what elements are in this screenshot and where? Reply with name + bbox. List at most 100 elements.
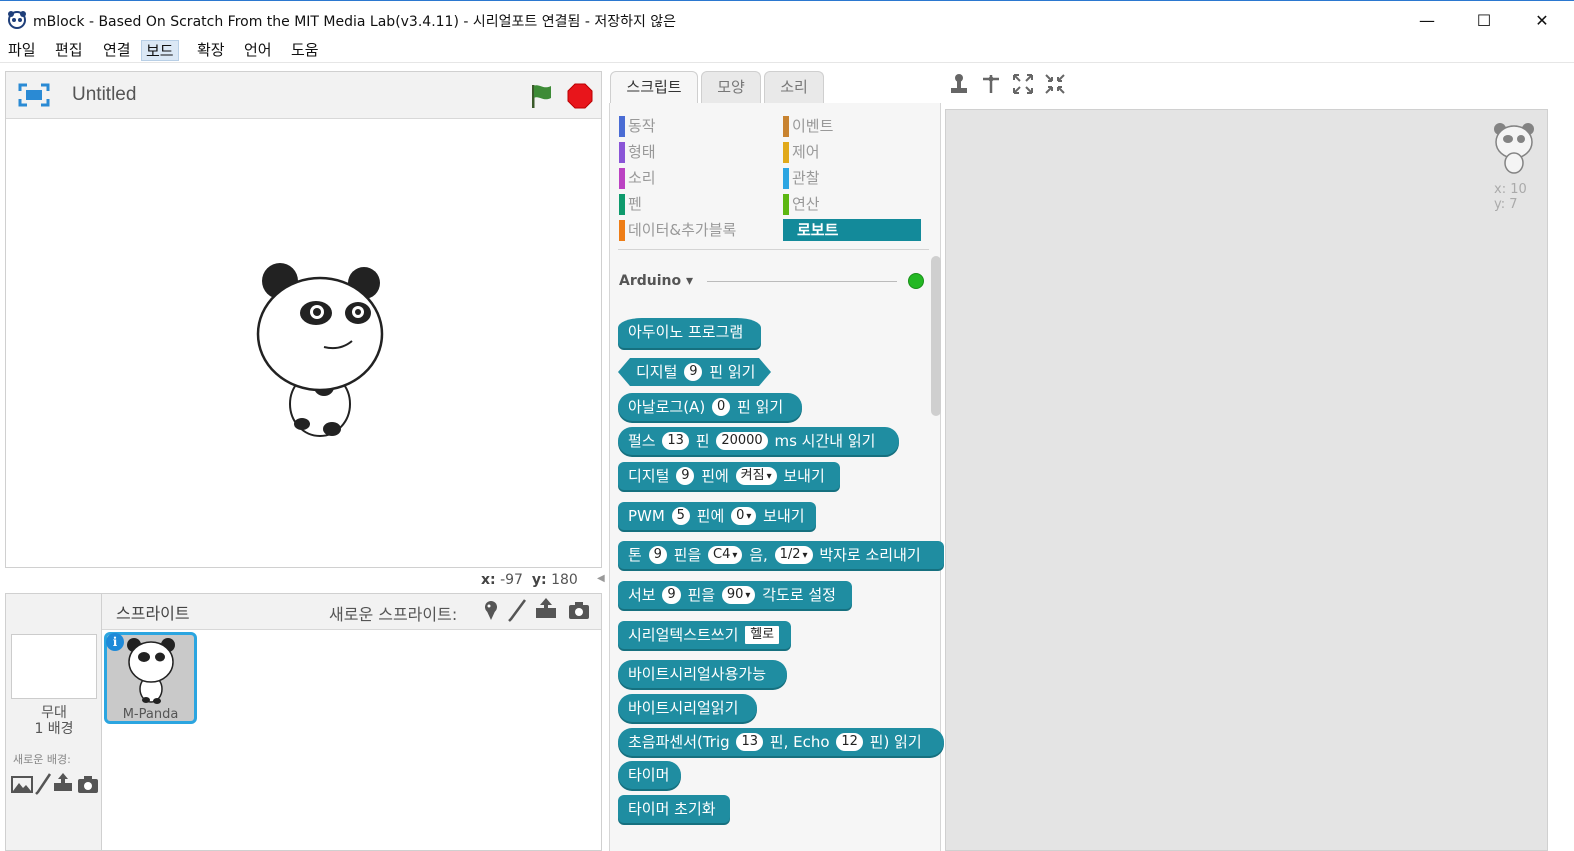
upload-backdrop-icon[interactable] — [51, 770, 75, 794]
y-label: y: — [531, 572, 547, 588]
block-analog-read[interactable]: 아날로그(A) 0 핀 읽기 — [618, 393, 802, 421]
script-area[interactable] — [945, 109, 1548, 851]
text-input[interactable]: 헬로 — [745, 625, 780, 644]
close-button[interactable]: ✕ — [1513, 1, 1571, 39]
menu-edit[interactable]: 편집 — [51, 40, 87, 61]
category-label: 소리 — [628, 169, 656, 187]
block-text: 핀, Echo — [769, 733, 830, 751]
block-text: 아날로그(A) — [628, 398, 706, 416]
menu-help[interactable]: 도움 — [287, 40, 323, 61]
sprites-title: 스프라이트 — [116, 604, 190, 623]
menu-language[interactable]: 언어 — [240, 40, 276, 61]
tab-scripts[interactable]: 스크립트 — [610, 71, 698, 105]
stop-sign-icon[interactable] — [566, 82, 594, 110]
current-sprite-panda-icon — [1494, 123, 1534, 174]
mouse-coordinates: x: -97 y: 180 — [481, 572, 578, 588]
block-text: 디지털 — [628, 467, 670, 485]
menu-connect[interactable]: 연결 — [99, 40, 135, 61]
camera-new-sprite-icon[interactable] — [567, 598, 591, 622]
stage-label-name: 무대 — [41, 705, 67, 721]
extension-header[interactable]: Arduino ▾ — [619, 273, 693, 289]
sensing-swatch — [783, 168, 789, 189]
block-play-tone[interactable]: 톤 9 핀을 C4 음, 1/2 박자로 소리내기 — [618, 541, 944, 569]
category-looks[interactable]: 형태 — [619, 141, 769, 163]
paint-backdrop-library-icon[interactable] — [10, 772, 34, 796]
tab-sounds[interactable]: 소리 — [764, 71, 824, 104]
menu-file[interactable]: 파일 — [4, 40, 40, 61]
category-data[interactable]: 데이터&추가블록 — [619, 219, 769, 241]
camera-backdrop-icon[interactable] — [76, 772, 100, 796]
category-motion[interactable]: 동작 — [619, 115, 769, 137]
tab-costumes[interactable]: 모양 — [701, 71, 761, 104]
trig-pin-input[interactable]: 13 — [736, 732, 763, 751]
stage-thumbnail[interactable] — [11, 634, 97, 699]
block-pulse-read[interactable]: 펄스 13 핀 20000 ms 시간내 읽기 — [618, 427, 899, 455]
pin-input[interactable]: 9 — [648, 545, 667, 564]
upload-sprite-icon[interactable] — [534, 596, 558, 620]
category-pen[interactable]: 펜 — [619, 193, 769, 215]
stage-panel: Untitled — [5, 71, 602, 568]
fullscreen-stage-icon[interactable] — [18, 83, 50, 107]
block-text: 디지털 — [636, 363, 678, 381]
duplicate-stamp-icon[interactable] — [948, 73, 970, 95]
block-ultrasonic-read[interactable]: 초음파센서(Trig 13 핀, Echo 12 핀) 읽기 — [618, 728, 944, 756]
shrink-icon[interactable] — [1044, 73, 1066, 95]
collapse-handle-icon[interactable]: ◀ — [597, 573, 607, 589]
panda-sprite[interactable] — [252, 259, 388, 439]
category-events[interactable]: 이벤트 — [783, 115, 923, 137]
angle-dropdown[interactable]: 90 — [721, 585, 756, 604]
block-serial-available[interactable]: 바이트시리얼사용가능 — [618, 660, 787, 688]
echo-pin-input[interactable]: 12 — [836, 732, 863, 751]
paint-new-sprite-icon[interactable] — [505, 598, 529, 622]
block-digital-write[interactable]: 디지털 9 핀에 켜짐 보내기 — [618, 462, 840, 490]
category-operators[interactable]: 연산 — [783, 193, 923, 215]
x-label: x: — [481, 572, 496, 588]
block-text: 타이머 — [628, 766, 670, 784]
delete-scissors-icon[interactable] — [980, 73, 1002, 95]
note-dropdown[interactable]: C4 — [708, 545, 743, 564]
timeout-input[interactable]: 20000 — [716, 431, 768, 450]
block-text: 바이트시리얼읽기 — [628, 699, 739, 717]
category-label: 제어 — [792, 143, 820, 161]
menu-extensions[interactable]: 확장 — [193, 40, 229, 61]
level-dropdown[interactable]: 켜짐 — [735, 466, 777, 485]
sprite-info-icon[interactable]: i — [106, 633, 124, 651]
block-timer[interactable]: 타이머 — [618, 761, 681, 789]
mblock-logo-icon — [8, 11, 26, 29]
beat-dropdown[interactable]: 1/2 — [774, 545, 813, 564]
maximize-button[interactable]: ☐ — [1455, 1, 1513, 39]
block-serial-read[interactable]: 바이트시리얼읽기 — [618, 694, 757, 722]
pin-input[interactable]: 9 — [676, 466, 695, 485]
category-control[interactable]: 제어 — [783, 141, 923, 163]
category-sensing[interactable]: 관찰 — [783, 167, 923, 189]
block-servo-angle[interactable]: 서보 9 핀을 90 각도로 설정 — [618, 581, 852, 609]
palette-scrollbar[interactable] — [931, 256, 941, 416]
category-sound[interactable]: 소리 — [619, 167, 769, 189]
green-flag-icon[interactable] — [527, 82, 555, 110]
sprite-thumbnail-m-panda[interactable]: i M-Panda — [104, 632, 197, 724]
project-title[interactable]: Untitled — [72, 84, 136, 106]
block-arduino-program[interactable]: 아두이노 프로그램 — [618, 318, 761, 348]
block-text: 핀 읽기 — [737, 398, 784, 416]
block-reset-timer[interactable]: 타이머 초기화 — [618, 795, 730, 823]
block-digital-read[interactable]: 디지털 9 핀 읽기 — [618, 358, 771, 386]
pin-input[interactable]: 5 — [671, 506, 690, 525]
minimize-button[interactable]: — — [1398, 1, 1456, 39]
pwm-value-dropdown[interactable]: 0 — [731, 506, 757, 525]
menu-board[interactable]: 보드 — [141, 40, 179, 61]
window-title: mBlock - Based On Scratch From the MIT M… — [33, 14, 677, 30]
grow-icon[interactable] — [1012, 73, 1034, 95]
pin-input[interactable]: 13 — [662, 431, 689, 450]
block-serial-write-text[interactable]: 시리얼텍스트쓰기 헬로 — [618, 621, 791, 649]
pin-input[interactable]: 9 — [684, 363, 702, 381]
stage-canvas[interactable] — [6, 119, 601, 567]
block-text: 핀을 — [673, 546, 702, 564]
pin-input[interactable]: 9 — [662, 585, 681, 604]
events-swatch — [783, 116, 789, 137]
pin-input[interactable]: 0 — [711, 397, 731, 416]
sprite-library-icon[interactable] — [479, 598, 503, 622]
block-pwm-write[interactable]: PWM 5 핀에 0 보내기 — [618, 502, 816, 530]
new-backdrop-label: 새로운 배경: — [13, 753, 71, 766]
category-robots[interactable]: 로보트 — [783, 219, 921, 241]
block-text: 핀 읽기 — [709, 363, 756, 381]
